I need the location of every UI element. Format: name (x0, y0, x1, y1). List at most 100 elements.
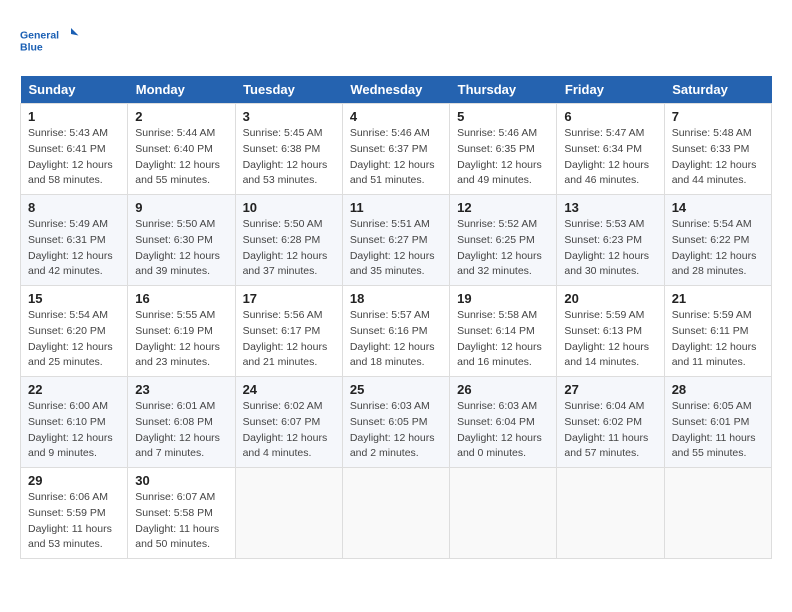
day-number: 19 (457, 291, 549, 306)
calendar-cell: 19 Sunrise: 5:58 AMSunset: 6:14 PMDayligh… (450, 286, 557, 377)
day-info: Sunrise: 5:51 AMSunset: 6:27 PMDaylight:… (350, 217, 442, 280)
day-info: Sunrise: 5:56 AMSunset: 6:17 PMDaylight:… (243, 308, 335, 371)
day-info: Sunrise: 5:46 AMSunset: 6:37 PMDaylight:… (350, 126, 442, 189)
day-info: Sunrise: 5:55 AMSunset: 6:19 PMDaylight:… (135, 308, 227, 371)
day-number: 5 (457, 109, 549, 124)
day-number: 11 (350, 200, 442, 215)
day-info: Sunrise: 5:59 AMSunset: 6:11 PMDaylight:… (672, 308, 764, 371)
calendar-cell: 15Sunrise: 5:54 AMSunset: 6:20 PMDayligh… (21, 286, 128, 377)
calendar-cell: 6 Sunrise: 5:47 AMSunset: 6:34 PMDaylight… (557, 104, 664, 195)
svg-text:Blue: Blue (20, 42, 43, 54)
calendar-cell: 1 Sunrise: 5:43 AMSunset: 6:41 PMDaylight… (21, 104, 128, 195)
day-info: Sunrise: 6:00 AMSunset: 6:10 PMDaylight:… (28, 399, 120, 462)
calendar-cell: 4Sunrise: 5:46 AMSunset: 6:37 PMDaylight… (342, 104, 449, 195)
day-info: Sunrise: 5:54 AMSunset: 6:22 PMDaylight:… (672, 217, 764, 280)
calendar-week-1: 1 Sunrise: 5:43 AMSunset: 6:41 PMDaylight… (21, 104, 772, 195)
calendar-cell: 20 Sunrise: 5:59 AMSunset: 6:13 PMDayligh… (557, 286, 664, 377)
calendar-cell: 21 Sunrise: 5:59 AMSunset: 6:11 PMDayligh… (664, 286, 771, 377)
calendar-cell: 17 Sunrise: 5:56 AMSunset: 6:17 PMDayligh… (235, 286, 342, 377)
weekday-header-row: SundayMondayTuesdayWednesdayThursdayFrid… (21, 76, 772, 104)
calendar-cell: 23 Sunrise: 6:01 AMSunset: 6:08 PMDayligh… (128, 377, 235, 468)
calendar-cell (664, 468, 771, 559)
day-info: Sunrise: 6:03 AMSunset: 6:05 PMDaylight:… (350, 399, 442, 462)
day-info: Sunrise: 5:59 AMSunset: 6:13 PMDaylight:… (564, 308, 656, 371)
day-number: 29 (28, 473, 120, 488)
day-info: Sunrise: 6:02 AMSunset: 6:07 PMDaylight:… (243, 399, 335, 462)
calendar-cell: 24 Sunrise: 6:02 AMSunset: 6:07 PMDayligh… (235, 377, 342, 468)
day-number: 30 (135, 473, 227, 488)
day-info: Sunrise: 5:48 AMSunset: 6:33 PMDaylight:… (672, 126, 764, 189)
day-number: 3 (243, 109, 335, 124)
day-info: Sunrise: 6:04 AMSunset: 6:02 PMDaylight:… (564, 399, 656, 462)
calendar-cell: 8 Sunrise: 5:49 AMSunset: 6:31 PMDaylight… (21, 195, 128, 286)
day-number: 28 (672, 382, 764, 397)
day-info: Sunrise: 5:57 AMSunset: 6:16 PMDaylight:… (350, 308, 442, 371)
calendar-cell (450, 468, 557, 559)
calendar-week-5: 29 Sunrise: 6:06 AMSunset: 5:59 PMDayligh… (21, 468, 772, 559)
calendar-cell: 2Sunrise: 5:44 AMSunset: 6:40 PMDaylight… (128, 104, 235, 195)
logo: General Blue (20, 20, 80, 60)
day-number: 15 (28, 291, 120, 306)
day-number: 25 (350, 382, 442, 397)
calendar-cell: 3 Sunrise: 5:45 AMSunset: 6:38 PMDaylight… (235, 104, 342, 195)
day-info: Sunrise: 5:50 AMSunset: 6:30 PMDaylight:… (135, 217, 227, 280)
day-number: 7 (672, 109, 764, 124)
day-number: 8 (28, 200, 120, 215)
calendar-cell (342, 468, 449, 559)
day-number: 18 (350, 291, 442, 306)
calendar-body: 1 Sunrise: 5:43 AMSunset: 6:41 PMDaylight… (21, 104, 772, 559)
day-info: Sunrise: 5:46 AMSunset: 6:35 PMDaylight:… (457, 126, 549, 189)
day-number: 14 (672, 200, 764, 215)
day-number: 21 (672, 291, 764, 306)
day-info: Sunrise: 5:49 AMSunset: 6:31 PMDaylight:… (28, 217, 120, 280)
day-info: Sunrise: 5:45 AMSunset: 6:38 PMDaylight:… (243, 126, 335, 189)
calendar-cell: 27Sunrise: 6:04 AMSunset: 6:02 PMDayligh… (557, 377, 664, 468)
day-info: Sunrise: 5:53 AMSunset: 6:23 PMDaylight:… (564, 217, 656, 280)
calendar-cell: 7 Sunrise: 5:48 AMSunset: 6:33 PMDaylight… (664, 104, 771, 195)
weekday-saturday: Saturday (664, 76, 771, 104)
day-info: Sunrise: 6:06 AMSunset: 5:59 PMDaylight:… (28, 490, 120, 553)
day-info: Sunrise: 6:01 AMSunset: 6:08 PMDaylight:… (135, 399, 227, 462)
day-number: 17 (243, 291, 335, 306)
calendar-week-4: 22Sunrise: 6:00 AMSunset: 6:10 PMDayligh… (21, 377, 772, 468)
day-number: 9 (135, 200, 227, 215)
day-number: 13 (564, 200, 656, 215)
calendar-cell: 25 Sunrise: 6:03 AMSunset: 6:05 PMDayligh… (342, 377, 449, 468)
calendar-table: SundayMondayTuesdayWednesdayThursdayFrid… (20, 76, 772, 559)
logo-svg: General Blue (20, 20, 80, 60)
day-info: Sunrise: 5:44 AMSunset: 6:40 PMDaylight:… (135, 126, 227, 189)
day-number: 12 (457, 200, 549, 215)
day-info: Sunrise: 5:58 AMSunset: 6:14 PMDaylight:… (457, 308, 549, 371)
calendar-cell: 26 Sunrise: 6:03 AMSunset: 6:04 PMDayligh… (450, 377, 557, 468)
calendar-cell: 10 Sunrise: 5:50 AMSunset: 6:28 PMDayligh… (235, 195, 342, 286)
day-info: Sunrise: 5:47 AMSunset: 6:34 PMDaylight:… (564, 126, 656, 189)
day-number: 16 (135, 291, 227, 306)
day-number: 20 (564, 291, 656, 306)
day-info: Sunrise: 5:52 AMSunset: 6:25 PMDaylight:… (457, 217, 549, 280)
weekday-thursday: Thursday (450, 76, 557, 104)
calendar-cell: 28Sunrise: 6:05 AMSunset: 6:01 PMDayligh… (664, 377, 771, 468)
day-info: Sunrise: 6:03 AMSunset: 6:04 PMDaylight:… (457, 399, 549, 462)
calendar-cell: 16 Sunrise: 5:55 AMSunset: 6:19 PMDayligh… (128, 286, 235, 377)
day-number: 24 (243, 382, 335, 397)
day-number: 6 (564, 109, 656, 124)
weekday-sunday: Sunday (21, 76, 128, 104)
weekday-monday: Monday (128, 76, 235, 104)
calendar-cell: 9 Sunrise: 5:50 AMSunset: 6:30 PMDaylight… (128, 195, 235, 286)
svg-text:General: General (20, 30, 59, 42)
calendar-cell: 22Sunrise: 6:00 AMSunset: 6:10 PMDayligh… (21, 377, 128, 468)
day-info: Sunrise: 6:07 AMSunset: 5:58 PMDaylight:… (135, 490, 227, 553)
day-info: Sunrise: 5:50 AMSunset: 6:28 PMDaylight:… (243, 217, 335, 280)
weekday-tuesday: Tuesday (235, 76, 342, 104)
calendar-cell: 11 Sunrise: 5:51 AMSunset: 6:27 PMDayligh… (342, 195, 449, 286)
day-number: 1 (28, 109, 120, 124)
calendar-week-3: 15Sunrise: 5:54 AMSunset: 6:20 PMDayligh… (21, 286, 772, 377)
day-number: 23 (135, 382, 227, 397)
weekday-friday: Friday (557, 76, 664, 104)
calendar-cell: 18 Sunrise: 5:57 AMSunset: 6:16 PMDayligh… (342, 286, 449, 377)
day-info: Sunrise: 5:43 AMSunset: 6:41 PMDaylight:… (28, 126, 120, 189)
day-number: 26 (457, 382, 549, 397)
day-number: 10 (243, 200, 335, 215)
calendar-cell: 30 Sunrise: 6:07 AMSunset: 5:58 PMDayligh… (128, 468, 235, 559)
calendar-week-2: 8 Sunrise: 5:49 AMSunset: 6:31 PMDaylight… (21, 195, 772, 286)
